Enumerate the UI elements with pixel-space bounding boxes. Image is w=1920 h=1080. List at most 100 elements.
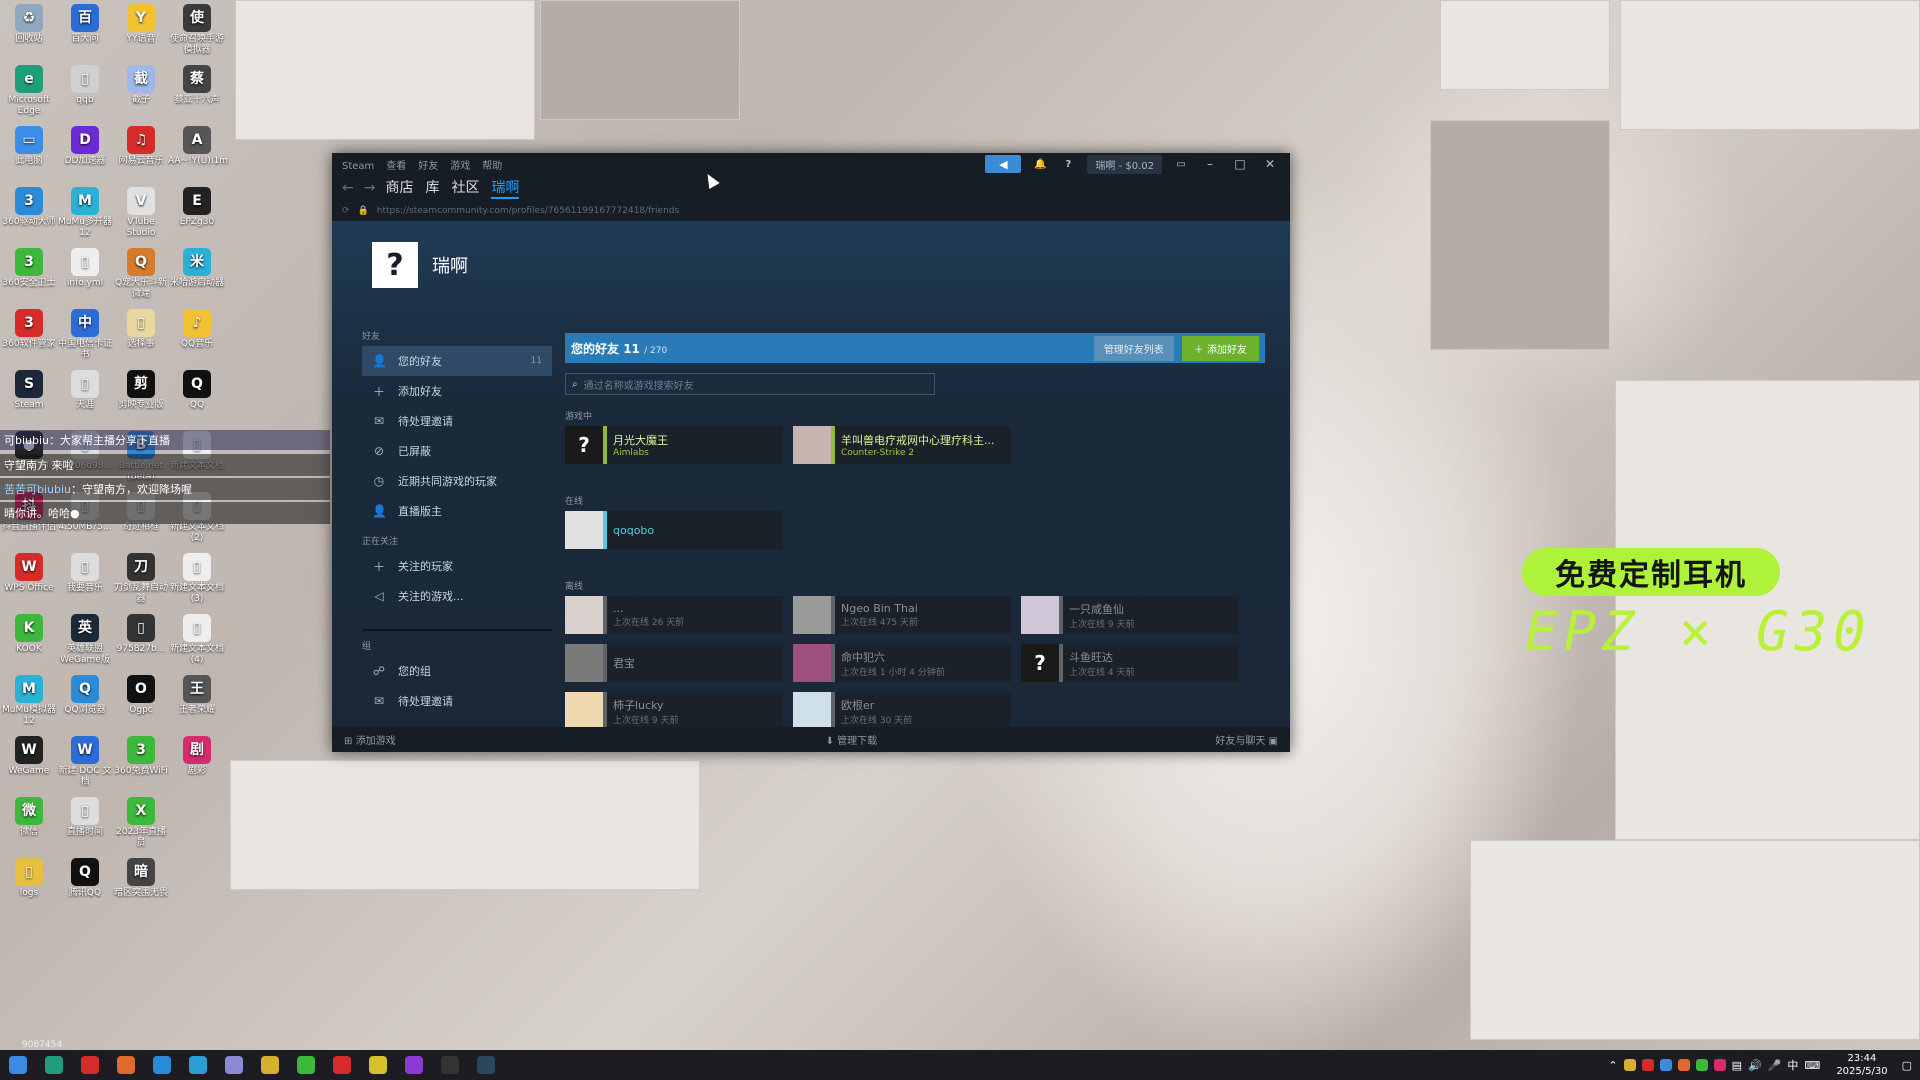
friend-card[interactable]: 柿子lucky 上次在线 9 天前	[565, 692, 783, 727]
friend-card[interactable]: Ngeo Bin Thai 上次在线 475 天前	[793, 596, 1011, 634]
desktop-icon[interactable]: Q QQ	[168, 370, 226, 411]
desktop-icon[interactable]: ▯ 直播时间	[56, 797, 114, 838]
desktop-icon[interactable]: W WeGame	[0, 736, 58, 777]
edge2-taskbar-icon[interactable]	[180, 1050, 216, 1080]
volume-icon[interactable]: 🔊	[1748, 1059, 1762, 1072]
nav-tab-1[interactable]: 库	[425, 177, 439, 199]
maximize-button[interactable]: □	[1230, 157, 1250, 171]
nav-tab-3[interactable]: 瑞啊	[491, 177, 520, 199]
friend-avatar[interactable]	[793, 692, 831, 727]
menu-item-1[interactable]: 查看	[386, 161, 406, 172]
friend-avatar[interactable]: ?	[565, 426, 603, 464]
manage-downloads-button[interactable]: ⬇ 管理下载	[826, 732, 878, 747]
nav-tab-0[interactable]: 商店	[385, 177, 413, 199]
desktop-icon[interactable]: ▯ logs	[0, 858, 58, 899]
desktop-icon[interactable]: ▯ 天涯	[56, 370, 114, 411]
sidebar-item[interactable]: ☍ 您的组	[362, 656, 552, 686]
desktop-icon[interactable]: 截截子	[112, 65, 170, 106]
keyboard-icon[interactable]: ⌨	[1804, 1059, 1820, 1072]
friend-avatar[interactable]: ?	[1021, 644, 1059, 682]
desktop-icon[interactable]: S Steam	[0, 370, 58, 411]
app8-taskbar-icon[interactable]	[252, 1050, 288, 1080]
sidebar-item[interactable]: ＋ 添加好友	[362, 376, 552, 406]
steam-taskbar-icon[interactable]	[468, 1050, 504, 1080]
url-text[interactable]: https://steamcommunity.com/profiles/7656…	[377, 206, 679, 216]
close-button[interactable]: ✕	[1260, 157, 1280, 171]
sidebar-item[interactable]: ✉ 待处理邀请	[362, 406, 552, 436]
start-taskbar-icon[interactable]	[0, 1050, 36, 1080]
friend-avatar[interactable]	[565, 511, 603, 549]
desktop-icon[interactable]: 3 360安全卫士	[0, 248, 58, 289]
chevron-up-icon[interactable]: ⌃	[1608, 1059, 1617, 1072]
sidebar-item[interactable]: 👤 您的好友 11	[362, 346, 552, 376]
desktop-icon[interactable]: A AA~!Y(U)I1m	[168, 126, 228, 167]
desktop-icon[interactable]: ♫ 网易云音乐	[112, 126, 170, 167]
qq-browser-taskbar-icon[interactable]	[144, 1050, 180, 1080]
desktop-icon[interactable]: M MuMu模拟器12	[0, 675, 58, 727]
help-button[interactable]: ?	[1059, 155, 1077, 173]
friend-card[interactable]: 命中犯六 上次在线 1 小时 4 分钟前	[793, 644, 1011, 682]
friends-chat-button[interactable]: 好友与聊天 ▣	[1215, 732, 1278, 747]
desktop-icon[interactable]: ▯ info.yml	[56, 248, 114, 289]
desktop-icon[interactable]: ♪ QQ音乐	[168, 309, 226, 350]
sidebar-item[interactable]: ◁ 关注的游戏...	[362, 581, 552, 611]
tray-app-icon[interactable]	[1641, 1059, 1654, 1071]
desktop-icon[interactable]: ▭ 此电脑	[0, 126, 58, 167]
friend-card[interactable]: 一只咸鱼仙 上次在线 9 天前	[1021, 596, 1239, 634]
app10-taskbar-icon[interactable]	[324, 1050, 360, 1080]
desktop-icon[interactable]: 剪剪映专业版	[112, 370, 170, 411]
sidebar-item[interactable]: ◷ 近期共同游戏的玩家	[362, 466, 552, 496]
friend-search-input[interactable]: ⌕ 通过名称或游戏搜索好友	[565, 373, 935, 395]
desktop-icon[interactable]: D DD加速器	[56, 126, 114, 167]
app12-taskbar-icon[interactable]	[396, 1050, 432, 1080]
desktop-icon[interactable]: ▯ 选择事	[112, 309, 170, 350]
desktop-icon[interactable]: 使使命召唤手游模拟器	[168, 4, 226, 56]
desktop-icon[interactable]: M MuMu多开器12	[56, 187, 114, 239]
clock[interactable]: 23:44 2025/5/30	[1836, 1052, 1887, 1078]
desktop-icon[interactable]: 百百大问	[56, 4, 114, 45]
announce-button[interactable]: ◀	[985, 155, 1022, 173]
tray-app-icon[interactable]	[1695, 1059, 1708, 1071]
friend-card[interactable]: ? 斗鱼旺达 上次在线 4 天前	[1021, 644, 1239, 682]
desktop-icon[interactable]: ▯ 新建文本文档(4)	[168, 614, 226, 666]
desktop-icon[interactable]: 剧剧彩	[168, 736, 226, 777]
account-wallet-dropdown[interactable]: 瑞啊 - $0.02	[1087, 154, 1162, 174]
app4-taskbar-icon[interactable]	[108, 1050, 144, 1080]
sidebar-item[interactable]: ＋ 关注的玩家	[362, 551, 552, 581]
desktop-icon[interactable]: W 新建 DOC 文档	[56, 736, 114, 788]
friend-card[interactable]: qoqobo	[565, 511, 783, 549]
profile-avatar[interactable]: ?	[372, 242, 418, 288]
desktop-icon[interactable]: 3 360驱动大师	[0, 187, 58, 228]
add-game-button[interactable]: ⊞ 添加游戏	[344, 732, 396, 747]
wps-taskbar-icon[interactable]	[72, 1050, 108, 1080]
desktop-icon[interactable]: e Microsoft Edge	[0, 65, 58, 117]
wechat-taskbar-icon[interactable]	[288, 1050, 324, 1080]
friend-avatar[interactable]	[1021, 596, 1059, 634]
desktop-icon[interactable]: E EPZg30	[168, 187, 226, 228]
sidebar-item[interactable]: ⊘ 已屏蔽	[362, 436, 552, 466]
menu-item-3[interactable]: 游戏	[450, 161, 470, 172]
desktop-icon[interactable]: 暗暗区突围无畏	[112, 858, 170, 899]
desktop-icon[interactable]: Y YY语音	[112, 4, 170, 45]
desktop-icon[interactable]: 3 360软件管家	[0, 309, 58, 350]
friend-card[interactable]: 欧根er 上次在线 30 天前	[793, 692, 1011, 727]
desktop-icon[interactable]: ▯ 975827b...	[112, 614, 170, 655]
desktop-icon[interactable]: Q Q宠大乐斗新微端	[112, 248, 170, 300]
big-picture-button[interactable]: ▭	[1172, 155, 1190, 173]
desktop-icon[interactable]: ♻ 回收站	[0, 4, 58, 45]
friend-card[interactable]: 羊叫兽电疗戒网中心理疗科主... Counter-Strike 2	[793, 426, 1011, 464]
desktop-icon[interactable]: ▯ 新建文本文档(3)	[168, 553, 226, 605]
app7-taskbar-icon[interactable]	[216, 1050, 252, 1080]
sidebar-item[interactable]: ✉ 待处理邀请	[362, 686, 552, 716]
desktop-icon[interactable]: Q QQ浏览器	[56, 675, 114, 716]
refresh-icon[interactable]: ⟳	[342, 206, 350, 216]
profile-name[interactable]: 瑞啊	[432, 252, 468, 278]
menu-item-4[interactable]: 帮助	[482, 161, 502, 172]
desktop-icon[interactable]: 英英雄联盟WeGame版	[56, 614, 114, 666]
friend-card[interactable]: ? 月光大魔王 Aimlabs	[565, 426, 783, 464]
desktop-icon[interactable]: W WPS Office	[0, 553, 58, 594]
tray-app-icon[interactable]	[1659, 1059, 1672, 1071]
desktop-icon[interactable]: 蔡蔡亚十六声	[168, 65, 226, 106]
tray-app-icon[interactable]	[1713, 1059, 1726, 1071]
desktop-icon[interactable]: 3 360免费WiFi	[112, 736, 170, 777]
